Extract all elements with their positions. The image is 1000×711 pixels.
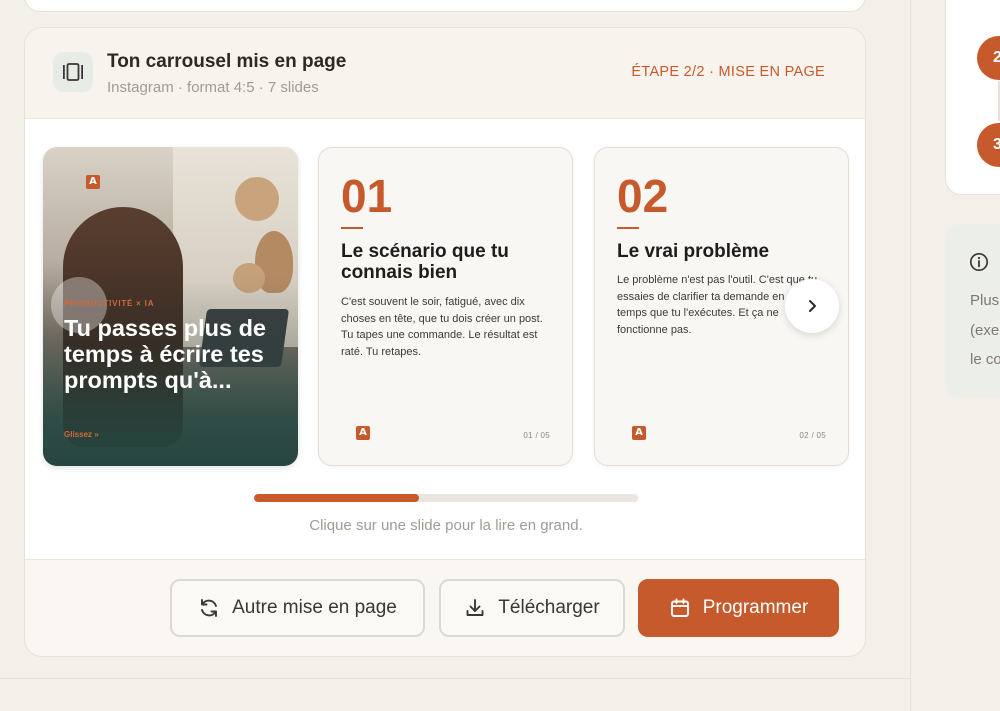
relayout-button-label: Autre mise en page: [232, 597, 397, 618]
download-icon: [466, 599, 484, 616]
brand-logo-icon: A: [86, 175, 100, 189]
info-text-line: le co: [970, 351, 1000, 368]
carousel-next-button[interactable]: [785, 279, 839, 333]
carousel-body: A PRODUCTIVITÉ × IA Tu passes plus de te…: [25, 119, 865, 560]
steps-card: 2 3: [945, 0, 1000, 195]
cover-kicker: PRODUCTIVITÉ × IA: [64, 299, 155, 308]
step-indicator: ÉTAPE 2/2 · MISE EN PAGE: [631, 64, 825, 80]
slide-divider: [341, 227, 363, 229]
schedule-button[interactable]: Programmer: [638, 579, 839, 637]
refresh-icon: [201, 599, 218, 617]
carousel-hint: Clique sur une slide pour la lire en gra…: [309, 517, 583, 534]
chevron-right-icon: [809, 300, 816, 312]
step-2-badge: 2: [977, 36, 1000, 80]
schedule-button-label: Programmer: [702, 597, 809, 618]
slide-number: 02: [617, 170, 669, 222]
column-divider: [910, 0, 911, 711]
slide-divider: [617, 227, 639, 229]
brand-logo-icon: A: [356, 426, 370, 440]
carousel-preview-card: Ton carrousel mis en page Instagram · fo…: [24, 27, 866, 657]
download-button[interactable]: Télécharger: [439, 579, 625, 637]
carousel-subtitle: Instagram · format 4:5 · 7 slides: [107, 79, 319, 96]
slide-cover[interactable]: A PRODUCTIVITÉ × IA Tu passes plus de te…: [43, 147, 298, 466]
info-text-line: Plus: [970, 292, 1000, 309]
carousel-scrollbar[interactable]: [254, 494, 638, 502]
relayout-button[interactable]: Autre mise en page: [170, 579, 425, 637]
info-icon: [969, 252, 989, 272]
step-3-badge: 3: [977, 123, 1000, 167]
slide-page-number: 01 / 05: [523, 431, 550, 440]
carousel-title: Ton carrousel mis en page: [107, 51, 347, 72]
slide-number: 01: [341, 170, 393, 222]
download-button-label: Télécharger: [498, 597, 600, 618]
slide-body: C'est souvent le soir, fatigué, avec dix…: [341, 296, 543, 358]
slide-title: Le scénario que tu connais bien: [341, 241, 509, 283]
slide-title: Le vrai problème: [617, 241, 770, 262]
carousel-scrollbar-thumb[interactable]: [254, 494, 420, 502]
info-text-line: (exe: [970, 322, 1000, 339]
info-card: Plus (exe le co: [945, 224, 1000, 398]
cover-cta: Glissez »: [64, 430, 99, 439]
calendar-icon: [670, 598, 689, 617]
previous-card: [24, 0, 866, 12]
footer-divider: [0, 678, 911, 679]
brand-logo-icon: A: [632, 426, 646, 440]
slide-01[interactable]: 01 Le scénario que tu connais bien C'est…: [318, 147, 573, 466]
carousel-header: Ton carrousel mis en page Instagram · fo…: [25, 28, 865, 119]
carousel-layout-icon: [53, 52, 93, 92]
slide-page-number: 02 / 05: [799, 431, 826, 440]
cover-title: Tu passes plus de temps à écrire tes pro…: [64, 315, 266, 393]
